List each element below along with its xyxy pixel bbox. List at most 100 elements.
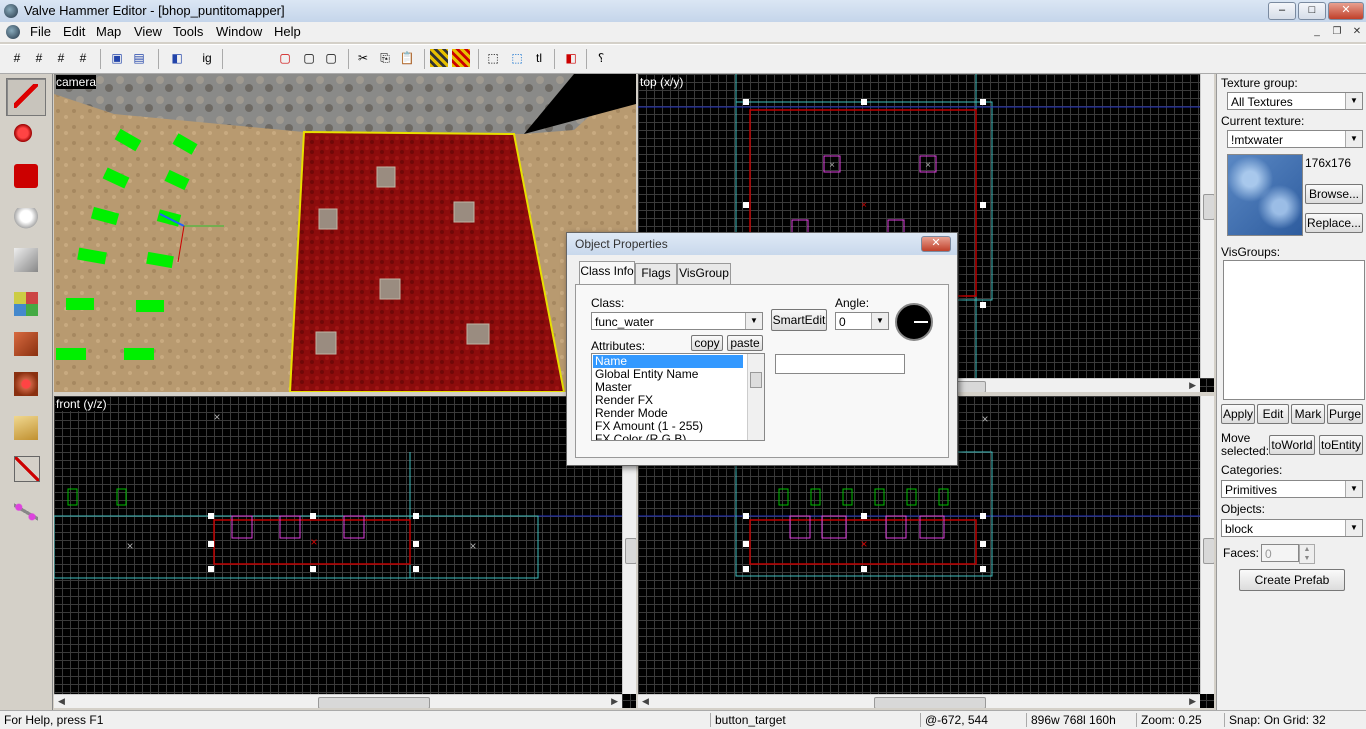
menu-map[interactable]: Map [96,24,121,39]
apply-button[interactable]: Apply [1221,404,1255,424]
maximize-button[interactable]: □ [1298,2,1326,20]
menu-file[interactable]: File [30,24,51,39]
apply-current-texture-tool[interactable] [6,326,46,364]
selection-box-icon[interactable]: ⬚ [484,49,502,67]
status-coords: @-672, 544 [920,713,1025,727]
visgroups-list[interactable] [1223,260,1365,400]
menu-view[interactable]: View [134,24,162,39]
scroll-right-icon[interactable]: ▶ [1189,696,1196,707]
grid-toggle-icon[interactable]: # [30,49,48,67]
ungroup-icon[interactable]: ▤ [130,49,148,67]
camera-viewport[interactable]: camera [54,74,636,392]
side-horizontal-scrollbar[interactable]: ◀ ▶ [638,694,1200,708]
block-tool[interactable] [6,242,46,280]
front-viewport[interactable]: × × × × front (y/z) ◀ ▶ [54,396,636,708]
run-map-icon[interactable]: ◧ [562,49,580,67]
copy-button[interactable]: copy [691,335,723,351]
menu-tools[interactable]: Tools [173,24,203,39]
create-prefab-button[interactable]: Create Prefab [1239,569,1345,591]
scroll-thumb[interactable] [625,538,636,564]
menu-edit[interactable]: Edit [63,24,85,39]
close-button[interactable]: ✕ [1328,2,1364,20]
tab-flags[interactable]: Flags [635,263,677,284]
attribute-value-input[interactable] [775,354,905,374]
objects-select[interactable]: block ▼ [1221,519,1363,537]
to-entity-button[interactable]: toEntity [1319,435,1363,455]
grid-smaller-icon[interactable]: # [52,49,70,67]
magnify-tool[interactable] [6,118,46,156]
scroll-thumb[interactable] [750,372,762,388]
help-icon[interactable]: ⸮ [592,49,610,67]
group-icon[interactable]: ▣ [108,49,126,67]
texture-application-tool[interactable] [6,286,46,324]
tab-class-info[interactable]: Class Info [579,261,635,285]
texture-scale-lock-icon[interactable] [452,49,470,67]
decal-target-icon [14,372,38,396]
dialog-close-button[interactable]: ✕ [921,236,951,252]
transform-icon[interactable]: tl [530,49,548,67]
grid-icon[interactable]: # [8,49,26,67]
overlay-tool[interactable] [6,410,46,448]
mdi-close-icon[interactable]: ✕ [1350,26,1364,38]
clipping-tool[interactable] [6,450,46,488]
browse-button[interactable]: Browse... [1305,184,1363,204]
scroll-left-icon[interactable]: ◀ [58,696,65,707]
scroll-right-icon[interactable]: ▶ [611,696,618,707]
unhide-icon[interactable]: ▢ [276,49,294,67]
faces-stepper[interactable]: 0 [1261,544,1299,562]
mdi-restore-icon[interactable]: ❐ [1330,26,1344,38]
top-vertical-scrollbar[interactable] [1200,74,1214,378]
cordon-icon[interactable]: ▢ [300,49,318,67]
smartedit-button[interactable]: SmartEdit [771,309,827,331]
copy-icon[interactable]: ⎘ [376,49,394,67]
current-texture-select[interactable]: !mtxwater ▼ [1227,130,1363,148]
angle-dial[interactable] [895,303,933,341]
scroll-thumb[interactable] [1203,538,1214,564]
paste-button[interactable]: paste [727,335,763,351]
menu-help[interactable]: Help [274,24,301,39]
status-zoom: Zoom: 0.25 [1136,713,1225,727]
selection-tool[interactable] [6,78,46,116]
vertex-tool[interactable] [6,494,46,532]
chevron-down-icon: ▼ [1345,520,1362,536]
class-select[interactable]: func_water ▼ [591,312,763,330]
categories-select[interactable]: Primitives ▼ [1221,480,1363,498]
scroll-right-icon[interactable]: ▶ [1189,380,1196,391]
attributes-scrollbar[interactable] [747,354,764,440]
cordon-toggle-icon[interactable]: ▢ [322,49,340,67]
scroll-left-icon[interactable]: ◀ [642,696,649,707]
side-vertical-scrollbar[interactable] [1200,396,1214,694]
entity-tool[interactable] [6,202,46,240]
carve-icon[interactable]: ◧ [168,49,186,67]
purge-button[interactable]: Purge [1327,404,1363,424]
hide-icon[interactable]: ig [198,49,216,67]
grid-larger-icon[interactable]: # [74,49,92,67]
replace-button[interactable]: Replace... [1305,213,1363,233]
texture-group-select[interactable]: All Textures ▼ [1227,92,1363,110]
scroll-thumb[interactable] [318,697,430,708]
mark-button[interactable]: Mark [1291,404,1325,424]
front-horizontal-scrollbar[interactable]: ◀ ▶ [54,694,622,708]
select-icon[interactable]: ⬚ [508,49,526,67]
angle-select[interactable]: 0 ▼ [835,312,889,330]
paste-icon[interactable]: 📋 [398,49,416,67]
mdi-minimize-icon[interactable]: _ [1310,26,1324,38]
edit-button[interactable]: Edit [1257,404,1289,424]
attributes-list[interactable]: Name Global Entity Name Master Render FX… [591,353,765,441]
tab-visgroup[interactable]: VisGroup [677,263,731,284]
decal-tool[interactable] [6,366,46,404]
faces-spin-buttons[interactable]: ▲ ▼ [1299,544,1315,564]
scroll-thumb[interactable] [874,697,986,708]
angle-dial-needle [914,321,928,323]
document-icon[interactable] [6,25,20,39]
class-value: func_water [595,315,654,329]
menu-window[interactable]: Window [216,24,262,39]
texture-lock-icon[interactable] [430,49,448,67]
to-world-button[interactable]: toWorld [1269,435,1315,455]
camera-tool[interactable] [6,158,46,196]
scroll-thumb[interactable] [1203,194,1214,220]
cut-icon[interactable]: ✂ [354,49,372,67]
dialog-title-bar[interactable]: Object Properties ✕ [567,233,957,255]
list-item[interactable]: FX Color (R G B) [595,433,686,441]
minimize-button[interactable]: – [1268,2,1296,20]
